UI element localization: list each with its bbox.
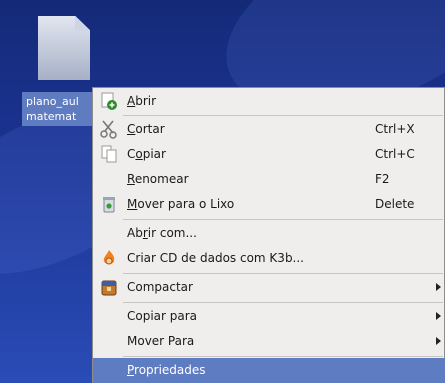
open-with-label: ir com...	[147, 226, 197, 240]
menu-separator	[123, 302, 443, 303]
copy-label: piar	[142, 147, 166, 161]
open-with-label-pre: Ab	[127, 226, 143, 240]
k3b-icon	[99, 248, 119, 268]
menu-item-copy-to[interactable]: Copiar para	[93, 304, 445, 329]
menu-item-rename[interactable]: Renomear F2	[93, 167, 445, 192]
file-label-line1: plano_aul	[26, 95, 79, 108]
submenu-arrow-icon	[436, 337, 441, 345]
desktop-file-label[interactable]: plano_aul matemat	[22, 92, 96, 126]
menu-item-open[interactable]: Abrir	[93, 89, 445, 114]
open-label: brir	[135, 94, 157, 108]
cut-icon	[99, 119, 119, 139]
create-cd-label: Criar CD de dados com K3b...	[127, 251, 304, 265]
file-label-line2: matemat	[26, 110, 77, 123]
menu-item-copy[interactable]: Copiar Ctrl+C	[93, 142, 445, 167]
trash-shortcut: Delete	[375, 197, 415, 211]
trash-icon	[99, 194, 119, 214]
menu-item-create-cd[interactable]: Criar CD de dados com K3b...	[93, 246, 445, 271]
submenu-arrow-icon	[436, 283, 441, 291]
document-fold	[75, 16, 90, 31]
archive-icon	[99, 277, 119, 297]
menu-separator	[123, 273, 443, 274]
properties-label-underline: P	[127, 363, 135, 377]
rename-label-underline: R	[127, 172, 135, 186]
open-icon	[99, 91, 119, 111]
open-label-underline: A	[127, 94, 136, 108]
menu-item-open-with[interactable]: Abrir com...	[93, 221, 445, 246]
move-to-label: Mover Para	[127, 334, 195, 348]
cut-label: ortar	[135, 122, 165, 136]
menu-item-move-to-trash[interactable]: Mover para o Lixo Delete	[93, 192, 445, 217]
menu-item-move-to[interactable]: Mover Para	[93, 329, 445, 354]
menu-item-properties[interactable]: Propriedades	[93, 358, 445, 383]
submenu-arrow-icon	[436, 312, 441, 320]
cut-shortcut: Ctrl+X	[375, 122, 415, 136]
properties-label: ropriedades	[134, 363, 206, 377]
desktop-file-icon[interactable]	[34, 12, 104, 84]
copy-icon	[99, 144, 119, 164]
copy-label-underline: o	[135, 147, 143, 161]
trash-label-underline: M	[127, 197, 138, 211]
context-menu: Abrir Cortar Ctrl+X Copiar Ctrl+C Renome…	[92, 87, 445, 383]
rename-shortcut: F2	[375, 172, 390, 186]
copy-shortcut: Ctrl+C	[375, 147, 415, 161]
menu-item-compress[interactable]: Compactar	[93, 275, 445, 300]
copy-to-label: Copiar para	[127, 309, 198, 323]
menu-item-cut[interactable]: Cortar Ctrl+X	[93, 117, 445, 142]
compress-label: Compactar	[127, 280, 193, 294]
menu-separator	[123, 356, 443, 357]
rename-label: enomear	[134, 172, 189, 186]
menu-separator	[123, 115, 443, 116]
trash-label: over para o Lixo	[137, 197, 235, 211]
menu-separator	[123, 219, 443, 220]
